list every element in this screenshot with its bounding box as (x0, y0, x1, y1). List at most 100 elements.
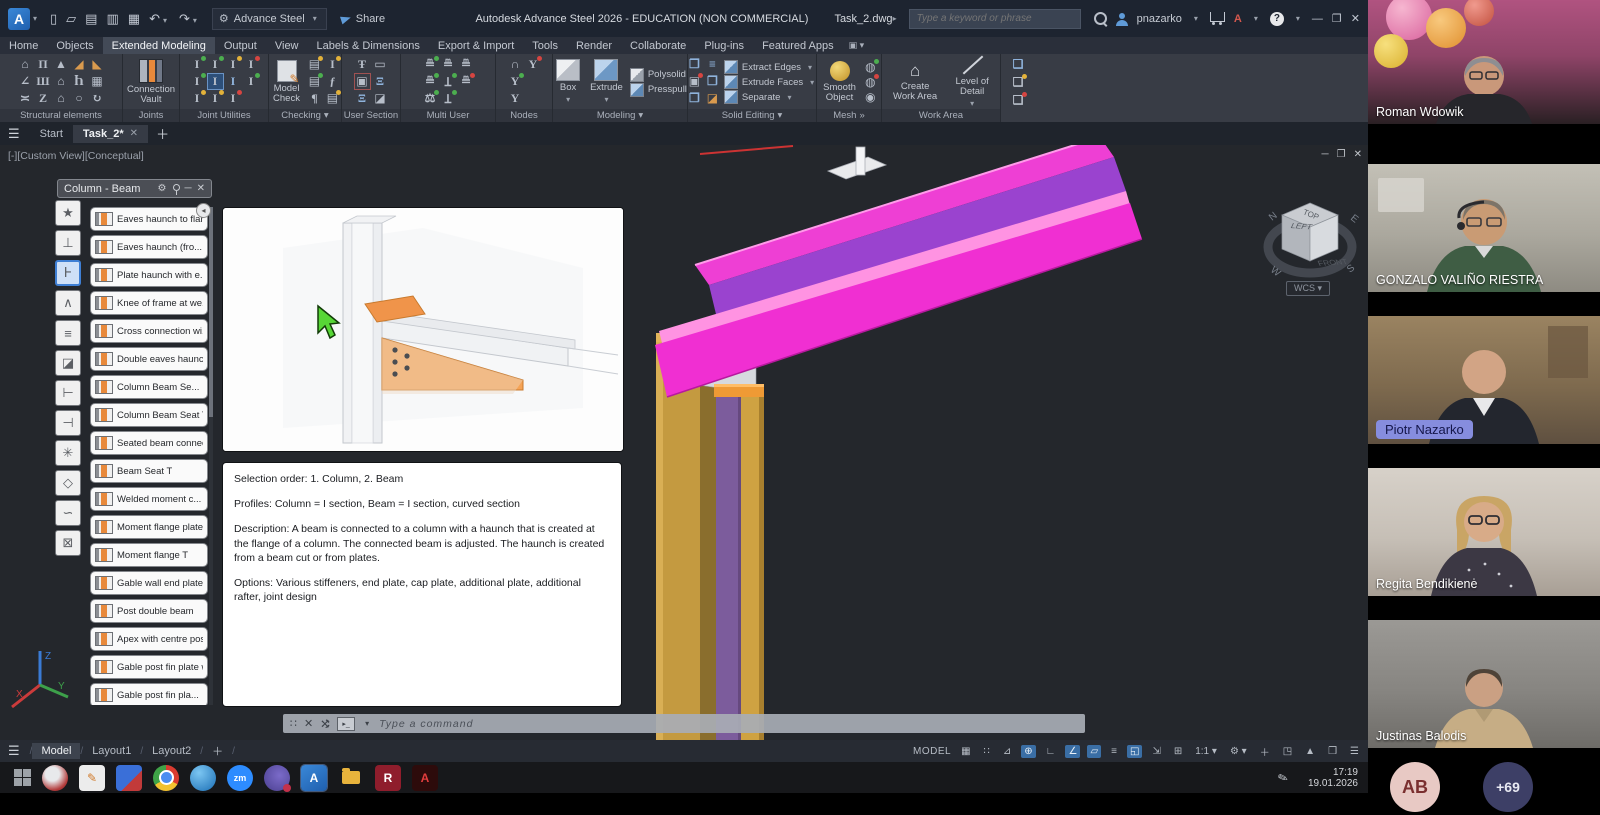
vp-close-icon[interactable]: ✕ (1354, 149, 1362, 160)
app-menu-caret-icon[interactable]: ▾ (33, 14, 37, 23)
advance-steel-taskbar-icon[interactable]: A (301, 765, 327, 791)
tab-plugins[interactable]: Plug-ins (695, 37, 753, 54)
wcs-menu[interactable]: WCS ▾ (1286, 281, 1330, 296)
compass-north[interactable]: N (1267, 210, 1279, 223)
joint-list-item[interactable]: Knee of frame at we... (90, 291, 208, 315)
joint-list-item[interactable]: Gable wall end plate (90, 571, 208, 595)
separate-button[interactable]: Separate▾ (724, 90, 817, 104)
palette-pin-icon[interactable] (173, 184, 180, 194)
tab-labels-dimensions[interactable]: Labels & Dimensions (308, 37, 429, 54)
ribbon-display-toggle-icon[interactable]: ▣ ▾ (849, 40, 865, 51)
tab-extended-modeling[interactable]: Extended Modeling (103, 37, 215, 54)
chrome-icon[interactable] (153, 765, 179, 791)
ortho-mode-icon[interactable]: ∟ (1043, 745, 1059, 758)
layout-tab-layout2[interactable]: Layout2 (143, 743, 200, 759)
tab-task2[interactable]: Task_2* ✕ (73, 125, 148, 143)
search-expand-icon[interactable]: ▸ (893, 14, 897, 23)
layout-tab-layout1[interactable]: Layout1 (83, 743, 140, 759)
tab-output[interactable]: Output (215, 37, 266, 54)
joint-list-item[interactable]: Column Beam Seat T (90, 403, 208, 427)
close-button[interactable]: ✕ (1351, 12, 1360, 25)
circle-icon[interactable]: ○ (72, 91, 87, 106)
notepad-app-icon[interactable]: ✎ (79, 765, 105, 791)
signed-in-user[interactable]: pnazarko (1137, 13, 1182, 25)
drawing-viewport[interactable]: [-][Custom View][Conceptual] ─ ❐ ✕ N W S… (0, 145, 1368, 740)
isolate-objects-icon[interactable]: ◳ (1280, 745, 1295, 758)
mesh-smooth-less-icon[interactable]: ◉ (863, 90, 878, 105)
panel-caret-icon[interactable]: ▾ (638, 110, 643, 121)
category-splice-icon[interactable]: ≡ (55, 320, 81, 346)
category-plate-icon[interactable]: ◇ (55, 470, 81, 496)
file-tab-menu-icon[interactable]: ☰ (8, 126, 20, 142)
annotation-scale[interactable]: 1:1 ▾ (1192, 745, 1220, 758)
local-model-icon[interactable]: ≞ (459, 57, 474, 72)
new-tab-icon[interactable]: ＋ (156, 124, 169, 143)
node-remove-icon[interactable]: Y (526, 57, 541, 72)
clash-check-icon[interactable]: ▤ (307, 57, 322, 72)
category-cold-rolled-icon[interactable]: ∽ (55, 500, 81, 526)
node-add-icon[interactable]: Y (508, 74, 523, 89)
joint-split-icon[interactable]: I (226, 74, 241, 89)
new-layout-icon[interactable]: ＋ (203, 741, 232, 761)
audit-report-icon[interactable]: I (325, 57, 340, 72)
pen-input-icon[interactable]: ✎ (1276, 769, 1290, 786)
create-work-area-button[interactable]: ⌂ Create Work Area (886, 60, 944, 104)
participant-tile[interactable]: GONZALO VALIÑO RIESTRA (1368, 152, 1600, 304)
palette-titlebar[interactable]: Column - Beam ⚙ ─ ✕ (57, 179, 212, 198)
category-column-beam-icon[interactable]: Ͱ (55, 260, 81, 286)
tab-objects[interactable]: Objects (47, 37, 102, 54)
cmd-customize-icon[interactable]: ⚒ (319, 719, 332, 729)
mesh-crease-icon[interactable]: ◍ (863, 75, 878, 90)
disconnect-icon[interactable]: ≞ (459, 74, 474, 89)
minimize-button[interactable]: — (1312, 13, 1323, 25)
workspace-switcher[interactable]: ⚙ Advance Steel ▾ (212, 8, 327, 30)
app-store-cart-icon[interactable] (1210, 12, 1225, 22)
share-button[interactable]: Share (341, 13, 385, 25)
workspace-switch-gear-icon[interactable]: ⚙ ▾ (1227, 745, 1250, 758)
vp-restore-icon[interactable]: ❐ (1337, 149, 1346, 160)
joint-list-item[interactable]: Cross connection wi... (90, 319, 208, 343)
rstudio-icon[interactable]: R (375, 765, 401, 791)
participant-tile[interactable]: Piotr Nazarko (1368, 304, 1600, 456)
polar-tracking-icon[interactable]: ∠ (1065, 745, 1080, 758)
photos-app-icon[interactable] (116, 765, 142, 791)
undo-icon[interactable]: ↶▾ (149, 11, 170, 27)
presspull-button[interactable]: Presspull (630, 83, 687, 97)
teams-app-icon[interactable] (264, 765, 290, 791)
grid-icon[interactable]: ▦ (958, 745, 973, 758)
polyline-icon[interactable]: Ⴙ (72, 74, 87, 89)
center-of-gravity-icon[interactable]: ƒ (325, 74, 340, 89)
app-menu-button[interactable]: A (8, 8, 30, 30)
subtract-icon[interactable]: ▣ (687, 74, 702, 89)
house-icon[interactable]: ⌂ (54, 91, 69, 106)
joint-search-icon[interactable]: I (244, 57, 259, 72)
model-space-badge[interactable]: MODEL (913, 746, 951, 757)
category-bracing-icon[interactable]: ✳ (55, 440, 81, 466)
node-arc-icon[interactable]: ∩ (508, 57, 523, 72)
section-tree-icon[interactable]: Ŧ (355, 57, 370, 72)
joint-list-item[interactable]: Gable post fin pla... (90, 683, 208, 705)
plot-icon[interactable]: ▦ (128, 11, 140, 27)
category-gusset-icon[interactable]: ◪ (55, 350, 81, 376)
spiral-icon[interactable]: ↻ (90, 91, 105, 106)
search-input[interactable] (915, 12, 1075, 25)
joint-list-item[interactable]: Column Beam Se... (90, 375, 208, 399)
level-of-detail-button[interactable]: Level of Detail▾ (948, 53, 996, 111)
polysolid-button[interactable]: Polysolid (630, 68, 687, 82)
osnap-icon[interactable]: ▱ (1087, 745, 1101, 758)
frame-icon[interactable]: ⌂ (54, 74, 69, 89)
work-area-off-icon[interactable]: ❑ (1011, 93, 1026, 108)
panel-expand-icon[interactable]: » (859, 110, 864, 121)
user-menu-caret-icon[interactable]: ▾ (1194, 14, 1198, 23)
file-explorer-icon[interactable] (338, 765, 364, 791)
section-rect-icon[interactable]: ▭ (373, 57, 388, 72)
category-favorites-icon[interactable]: ★ (55, 200, 81, 226)
tab-start[interactable]: Start (30, 125, 73, 143)
joint-list-item[interactable]: Apex with centre post (90, 627, 208, 651)
viewport-controls-label[interactable]: [-][Custom View][Conceptual] (8, 150, 144, 162)
tab-tools[interactable]: Tools (523, 37, 567, 54)
joint-list-item[interactable]: Gable post fin plate wi... (90, 655, 208, 679)
search-icon[interactable] (1094, 12, 1107, 25)
section-update-icon[interactable]: Ξ (373, 74, 388, 89)
joint-list-item[interactable]: Eaves haunch (fro... (90, 235, 208, 259)
